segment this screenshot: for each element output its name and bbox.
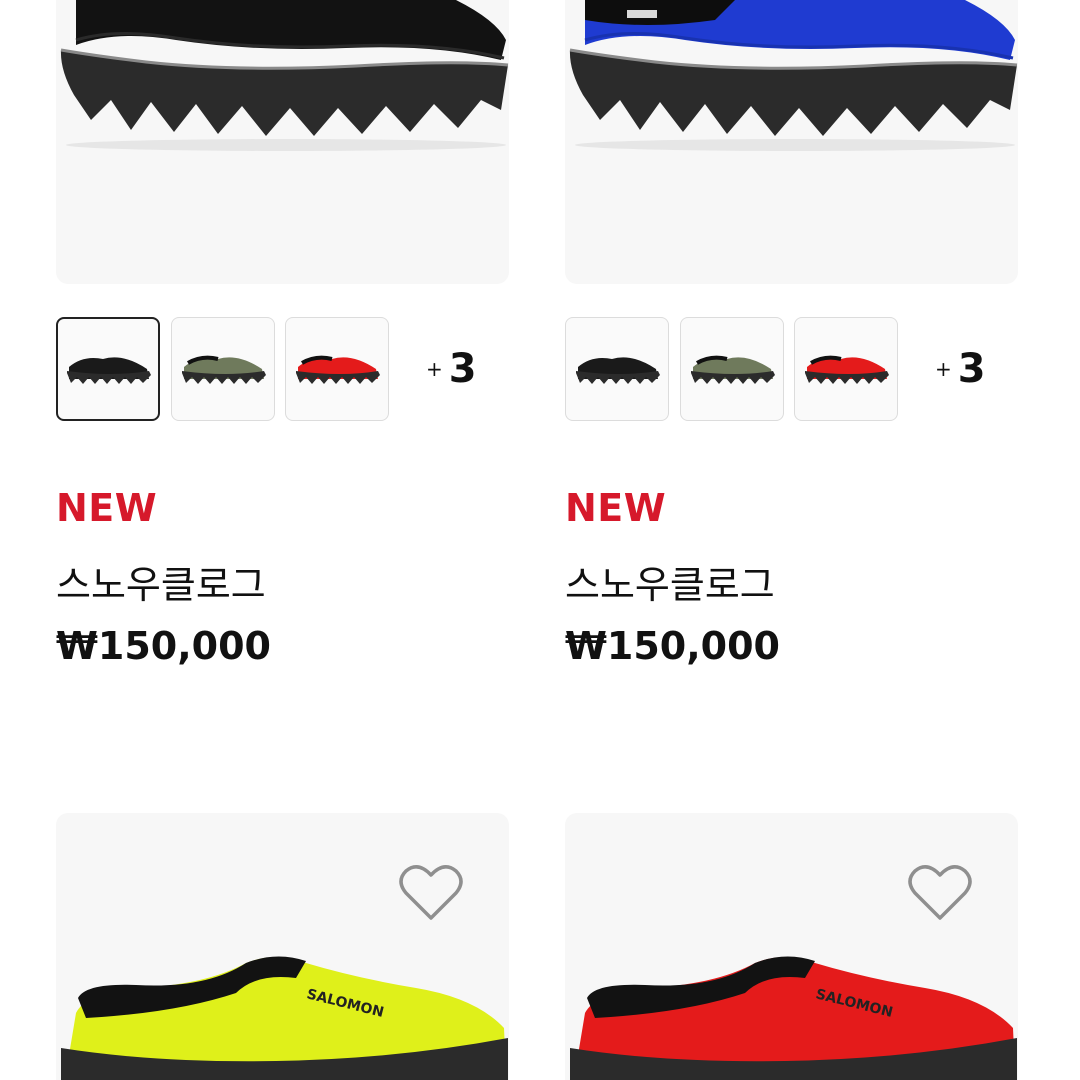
product-card[interactable]: SALOMON bbox=[56, 0, 509, 1080]
clog-yellow-image: SALOMON bbox=[61, 956, 508, 1080]
product-card[interactable]: SALOMON bbox=[565, 0, 1018, 1080]
clog-red-image: SALOMON bbox=[570, 956, 1017, 1080]
heart-outline-icon[interactable] bbox=[907, 863, 973, 923]
product-image[interactable]: SALOMON bbox=[56, 813, 509, 1080]
heart-outline-icon[interactable] bbox=[398, 863, 464, 923]
product-image[interactable]: SALOMON bbox=[565, 813, 1018, 1080]
